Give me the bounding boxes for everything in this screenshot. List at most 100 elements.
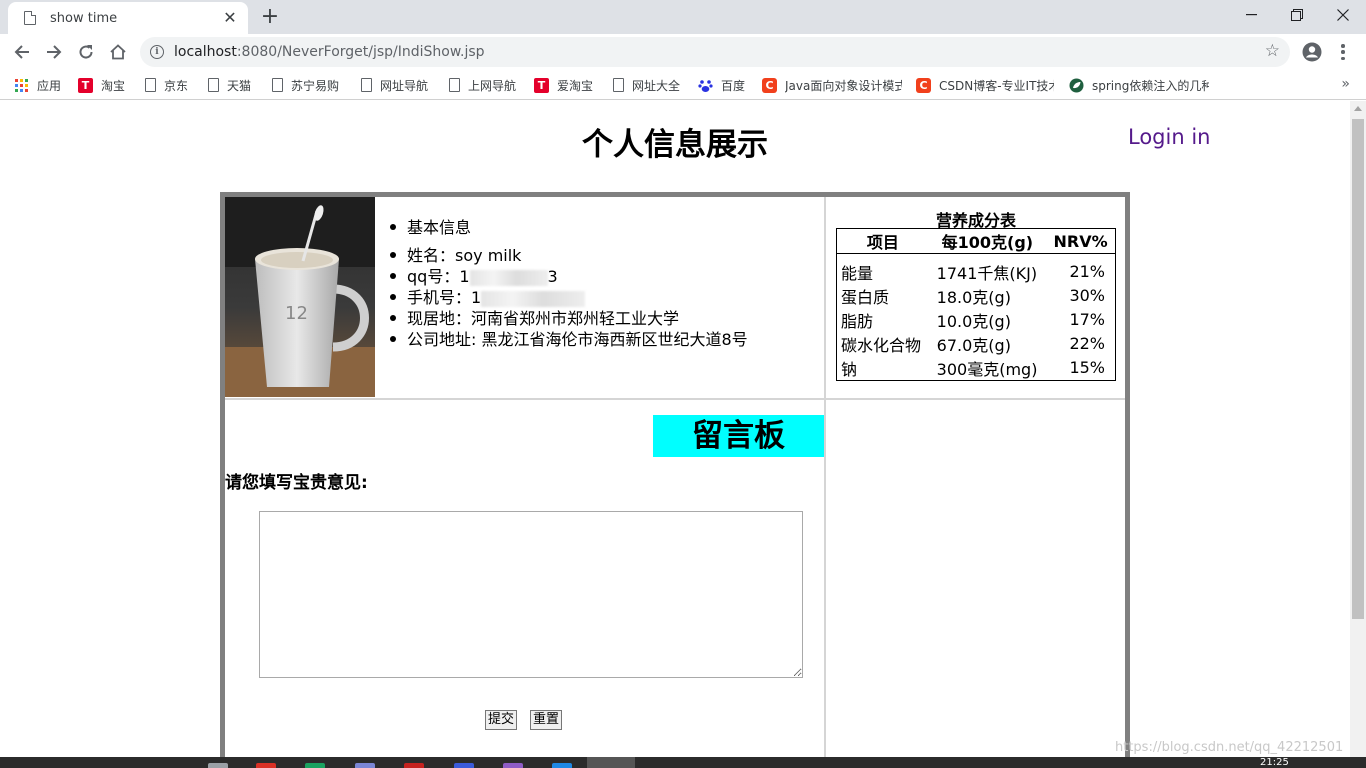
taskbar-app-icon[interactable] <box>552 763 572 768</box>
svg-text:12: 12 <box>285 303 308 324</box>
login-link[interactable]: Login in <box>1128 125 1210 149</box>
tab-title: show time <box>50 10 118 26</box>
bookmark-jd[interactable]: 京东 <box>143 76 188 94</box>
submit-button[interactable]: 提交 <box>485 710 518 730</box>
redacted-blur <box>481 290 586 307</box>
taskbar-app-icon[interactable] <box>454 763 474 768</box>
home-button[interactable] <box>104 38 132 66</box>
bookmark-url-nav[interactable]: 网址导航 <box>359 76 428 94</box>
info-icon[interactable]: i <box>150 45 164 59</box>
taskbar-app-icon[interactable] <box>256 763 276 768</box>
page-icon <box>272 78 283 92</box>
arrow-left-icon <box>14 45 29 59</box>
taskbar-clock: 21:25 <box>1260 757 1289 768</box>
address-bar[interactable]: i localhost:8080/NeverForget/jsp/IndiSho… <box>140 37 1290 67</box>
home-icon <box>110 44 126 60</box>
nutrition-cell: 营养成分表 项目 每100克(g) NRV% 能量 1741千焦(KJ) 21% <box>825 197 1125 399</box>
bookmark-suning[interactable]: 苏宁易购 <box>270 76 339 94</box>
table-row: 蛋白质 18.0克(g) 30% <box>841 286 1105 307</box>
browser-menu-icon[interactable] <box>1338 42 1348 62</box>
profile-name: 姓名：soy milk <box>390 245 748 266</box>
redacted-blur <box>469 269 548 286</box>
close-window-button[interactable] <box>1320 0 1366 30</box>
arrow-right-icon <box>47 45 62 59</box>
profile-company: 公司地址: 黑龙江省海伦市海西新区世纪大道8号 <box>390 330 748 349</box>
reload-icon <box>79 45 93 59</box>
message-textarea[interactable] <box>259 511 803 678</box>
table-row: 能量 1741千焦(KJ) 21% <box>841 262 1105 283</box>
page-content: 个人信息展示 Login in 12 基本信息 姓名：soy milk qq号：… <box>0 101 1350 757</box>
nutrition-header-row: 项目 每100克(g) NRV% <box>836 228 1116 254</box>
bookmarks-bar: 应用 T 淘宝 京东 天猫 苏宁易购 网址导航 上网导航 T 爱淘宝 网址大全 … <box>0 70 1366 100</box>
taskbar-active-app[interactable] <box>587 757 635 768</box>
bookmark-apps[interactable]: 应用 <box>14 76 61 94</box>
profile-info-list: 基本信息 姓名：soy milk qq号：1 3 手机号：1 现居地：河南省郑州市… <box>390 217 748 350</box>
main-table: 12 基本信息 姓名：soy milk qq号：1 3 手机号：1 现居地：河南省… <box>220 192 1130 757</box>
empty-cell <box>825 399 1125 757</box>
minimize-window-button[interactable] <box>1228 0 1274 30</box>
os-taskbar: 21:25 <box>0 757 1366 768</box>
watermark: https://blog.csdn.net/qq_42212501 <box>1115 740 1344 755</box>
restore-window-button[interactable] <box>1274 0 1320 30</box>
profile-qq: qq号：1 3 <box>390 266 748 287</box>
taskbar-app-icon[interactable] <box>404 763 424 768</box>
bookmark-web-nav[interactable]: 上网导航 <box>447 76 516 94</box>
bookmark-java-design[interactable]: C Java面向对象设计模式 <box>762 76 902 94</box>
bookmark-star-icon[interactable]: ☆ <box>1265 43 1280 60</box>
forward-button[interactable] <box>40 38 68 66</box>
bookmark-taobao[interactable]: T 淘宝 <box>78 76 125 94</box>
page-icon <box>145 78 156 92</box>
restore-icon <box>1291 9 1303 21</box>
message-board-title: 留言板 <box>653 415 824 457</box>
reset-button[interactable]: 重置 <box>530 710 563 730</box>
page-icon <box>24 11 36 25</box>
profile-photo: 12 <box>225 197 375 397</box>
taobao-icon: T <box>534 77 549 93</box>
new-tab-button[interactable]: + <box>258 5 282 29</box>
profile-section-heading: 基本信息 <box>390 217 748 238</box>
minimize-icon <box>1245 14 1257 16</box>
bookmark-tmall[interactable]: 天猫 <box>206 76 251 94</box>
nutrition-header: NRV% <box>1046 228 1116 254</box>
browser-tab-active[interactable]: show time ✕ <box>8 2 248 34</box>
address-url: localhost:8080/NeverForget/jsp/IndiShow.… <box>174 44 485 60</box>
bookmark-csdn[interactable]: C CSDN博客-专业IT技术 <box>916 76 1054 94</box>
nutrition-header: 每100克(g) <box>928 228 1047 254</box>
table-row: 脂肪 10.0克(g) 17% <box>841 310 1105 331</box>
nutrition-table: 项目 每100克(g) NRV% 能量 1741千焦(KJ) 21% 蛋白质 1… <box>836 228 1116 381</box>
baidu-paw-icon <box>698 79 713 92</box>
bookmark-ai-taobao[interactable]: T 爱淘宝 <box>534 76 593 94</box>
taskbar-app-icon[interactable] <box>208 763 228 768</box>
close-icon <box>1337 9 1349 21</box>
taobao-icon: T <box>78 77 93 93</box>
taskbar-app-icon[interactable] <box>305 763 325 768</box>
nutrition-header: 项目 <box>836 228 929 254</box>
tab-close-icon[interactable]: ✕ <box>222 10 238 26</box>
apps-grid-icon <box>14 78 29 93</box>
back-button[interactable] <box>8 38 36 66</box>
page-icon <box>208 78 219 92</box>
page-icon <box>449 78 460 92</box>
message-board-prompt: 请您填写宝贵意见: <box>225 473 368 493</box>
taskbar-app-icon[interactable] <box>355 763 375 768</box>
bookmark-spring[interactable]: spring依赖注入的几种 <box>1069 76 1209 94</box>
scroll-up-icon[interactable] <box>1354 106 1362 111</box>
taskbar-app-icon[interactable] <box>503 763 523 768</box>
bookmark-url-daquan[interactable]: 网址大全 <box>611 76 680 94</box>
profile-address: 现居地：河南省郑州市郑州轻工业大学 <box>390 308 748 329</box>
table-row: 钠 300毫克(mg) 15% <box>841 358 1105 379</box>
vertical-scrollbar[interactable] <box>1350 101 1366 757</box>
browser-toolbar: i localhost:8080/NeverForget/jsp/IndiSho… <box>0 34 1366 70</box>
account-icon[interactable] <box>1302 42 1322 62</box>
profile-phone: 手机号：1 <box>390 287 748 308</box>
reload-button[interactable] <box>72 38 100 66</box>
message-board-cell: 留言板 请您填写宝贵意见: 提交 重置 <box>225 399 825 757</box>
csdn-icon: C <box>762 77 777 93</box>
page-icon <box>361 78 372 92</box>
page-icon <box>613 78 624 92</box>
tab-strip: show time ✕ + <box>0 0 1366 34</box>
bookmarks-overflow-button[interactable]: » <box>1341 76 1350 92</box>
csdn-icon: C <box>916 77 931 93</box>
bookmark-baidu[interactable]: 百度 <box>698 76 745 94</box>
scrollbar-thumb[interactable] <box>1352 119 1364 619</box>
